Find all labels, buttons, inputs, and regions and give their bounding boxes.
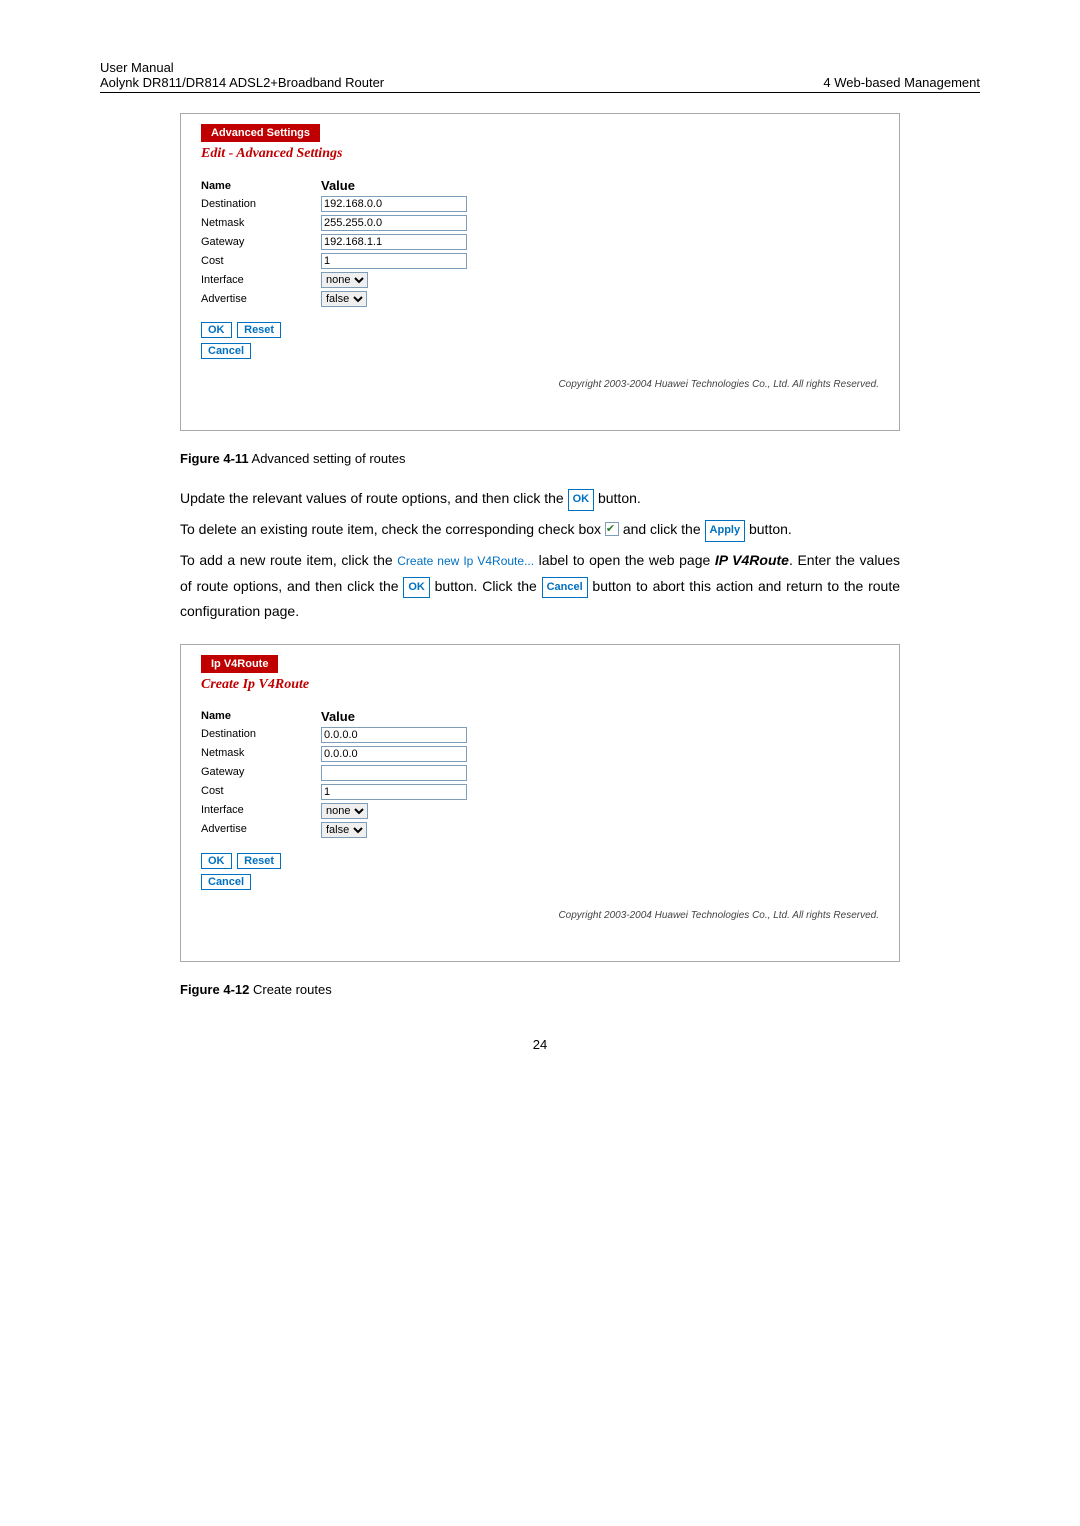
ip-v4route-bold: IP V4Route <box>715 552 789 568</box>
destination-input-2[interactable] <box>321 727 467 743</box>
ip-v4route-tab[interactable]: Ip V4Route <box>201 655 278 673</box>
advertise-select-2[interactable]: false <box>321 822 367 838</box>
interface-select-2[interactable]: none <box>321 803 368 819</box>
cancel-button[interactable]: Cancel <box>201 343 251 359</box>
netmask-label: Netmask <box>201 217 321 229</box>
checkbox-icon <box>605 522 619 536</box>
interface-select[interactable]: none <box>321 272 368 288</box>
header-right: 4 Web-based Management <box>823 75 980 90</box>
panel1-copyright: Copyright 2003-2004 Huawei Technologies … <box>181 379 899 390</box>
col-value-header: Value <box>321 178 471 193</box>
netmask-input[interactable] <box>321 215 467 231</box>
create-route-panel: Ip V4Route Create Ip V4Route Name Value … <box>180 644 900 962</box>
interface-label-2: Interface <box>201 804 321 816</box>
caption2-text: Create routes <box>249 982 331 997</box>
para3: To add a new route item, click the Creat… <box>180 548 900 624</box>
page-header: User Manual Aolynk DR811/DR814 ADSL2+Bro… <box>100 60 980 93</box>
col-name-header-2: Name <box>201 710 321 722</box>
gateway-label: Gateway <box>201 236 321 248</box>
interface-label: Interface <box>201 274 321 286</box>
caption1-text: Advanced setting of routes <box>249 451 406 466</box>
figure-4-12-caption: Figure 4-12 Create routes <box>180 982 980 997</box>
col-name-header: Name <box>201 180 321 192</box>
para2: To delete an existing route item, check … <box>180 517 900 542</box>
cancel-inline-icon: Cancel <box>542 577 588 599</box>
panel2-title: Create Ip V4Route <box>201 677 879 693</box>
header-line1: User Manual <box>100 60 384 75</box>
destination-label-2: Destination <box>201 728 321 740</box>
advertise-select[interactable]: false <box>321 291 367 307</box>
col-value-header-2: Value <box>321 709 471 724</box>
cost-input[interactable] <box>321 253 467 269</box>
netmask-input-2[interactable] <box>321 746 467 762</box>
cancel-button-2[interactable]: Cancel <box>201 874 251 890</box>
advanced-settings-panel: Advanced Settings Edit - Advanced Settin… <box>180 113 900 431</box>
header-line2: Aolynk DR811/DR814 ADSL2+Broadband Route… <box>100 75 384 90</box>
caption1-bold: Figure 4-11 <box>180 451 249 466</box>
ok-inline-icon: OK <box>568 489 595 511</box>
panel2-copyright: Copyright 2003-2004 Huawei Technologies … <box>181 910 899 921</box>
advertise-label: Advertise <box>201 293 321 305</box>
reset-button-2[interactable]: Reset <box>237 853 281 869</box>
destination-input[interactable] <box>321 196 467 212</box>
apply-inline-icon: Apply <box>705 520 746 542</box>
cost-label-2: Cost <box>201 785 321 797</box>
cost-label: Cost <box>201 255 321 267</box>
destination-label: Destination <box>201 198 321 210</box>
netmask-label-2: Netmask <box>201 747 321 759</box>
ok-button-2[interactable]: OK <box>201 853 232 869</box>
create-route-link-label: Create new Ip V4Route... <box>397 554 534 568</box>
advanced-settings-tab[interactable]: Advanced Settings <box>201 124 320 142</box>
gateway-input-2[interactable] <box>321 765 467 781</box>
advertise-label-2: Advertise <box>201 823 321 835</box>
cost-input-2[interactable] <box>321 784 467 800</box>
para1: Update the relevant values of route opti… <box>180 486 900 511</box>
caption2-bold: Figure 4-12 <box>180 982 249 997</box>
gateway-input[interactable] <box>321 234 467 250</box>
figure-4-11-caption: Figure 4-11 Advanced setting of routes <box>180 451 980 466</box>
panel1-title: Edit - Advanced Settings <box>201 146 879 162</box>
page-number: 24 <box>100 1037 980 1052</box>
ok-inline-icon-2: OK <box>403 577 430 599</box>
gateway-label-2: Gateway <box>201 766 321 778</box>
ok-button[interactable]: OK <box>201 322 232 338</box>
reset-button[interactable]: Reset <box>237 322 281 338</box>
